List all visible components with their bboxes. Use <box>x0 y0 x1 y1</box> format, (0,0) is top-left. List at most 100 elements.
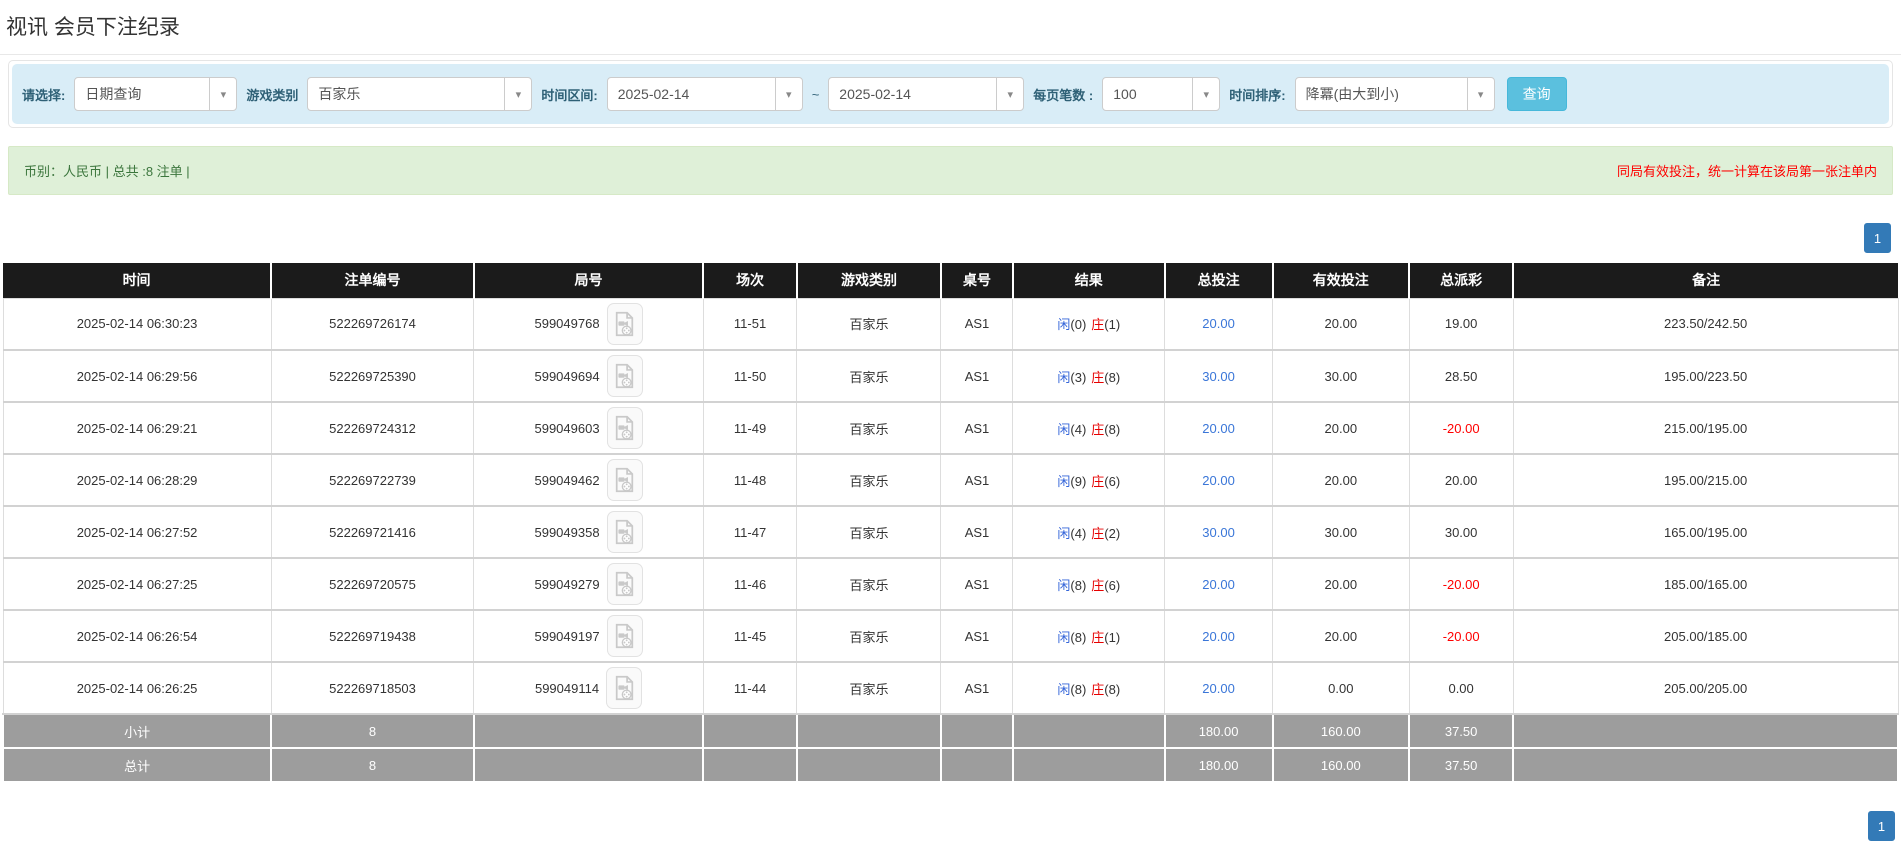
chevron-down-icon: ▾ <box>209 78 236 110</box>
query-type-value: 日期查询 <box>85 86 142 102</box>
video-replay-button[interactable] <box>606 511 643 553</box>
page-1-button[interactable]: 1 <box>1868 811 1895 841</box>
bet-id-cell: 522269721416 <box>270 505 475 559</box>
time-cell: 2025-02-14 06:27:25 <box>2 557 272 611</box>
video-replay-button[interactable] <box>606 302 643 345</box>
player-result-score: (8) <box>1070 577 1087 593</box>
total-bet-link[interactable]: 20.00 <box>1202 316 1235 331</box>
session-cell: 11-51 <box>702 297 798 351</box>
summary-label-cell: 总计 <box>1 747 273 783</box>
session-cell: 11-48 <box>702 453 798 507</box>
round-id-cell: 599049603 <box>473 401 704 455</box>
date-to-select[interactable]: 2025-02-14 ▾ <box>828 77 1025 111</box>
payout-cell: 30.00 <box>1408 505 1514 559</box>
total-bet-link[interactable]: 20.00 <box>1202 629 1235 644</box>
banker-result-score: (2) <box>1104 525 1121 541</box>
video-replay-button[interactable] <box>606 615 643 657</box>
total-bet-cell: 20.00 <box>1164 297 1274 351</box>
table-no-cell: AS1 <box>940 661 1014 715</box>
valid-bet-cell: 20.00 <box>1272 297 1410 351</box>
summary-row: 总计 8 180.00 160.00 37.50 <box>1 747 1899 783</box>
video-replay-button[interactable] <box>606 667 643 709</box>
bet-id-cell: 522269718503 <box>270 661 475 715</box>
valid-bet-cell: 20.00 <box>1272 453 1410 507</box>
chevron-down-icon: ▾ <box>504 78 531 110</box>
player-result-label: 闲 <box>1057 577 1071 593</box>
pagination-top: 1 <box>10 223 1891 253</box>
player-result-label: 闲 <box>1057 525 1071 541</box>
video-replay-button[interactable] <box>606 563 643 605</box>
banker-result-score: (8) <box>1104 681 1121 697</box>
summary-label-cell: 小计 <box>1 713 273 749</box>
player-result-label: 闲 <box>1057 629 1071 645</box>
banker-result-score: (8) <box>1104 369 1121 385</box>
summary-row: 小计 8 180.00 160.00 37.50 <box>1 713 1899 749</box>
table-row: 2025-02-14 06:26:25 522269718503 5990491… <box>2 661 1899 715</box>
result-cell: 闲(4) 庄(2) <box>1012 505 1166 559</box>
session-cell: 11-50 <box>702 349 798 403</box>
page-size-select[interactable]: 100 ▾ <box>1102 77 1221 111</box>
player-result-score: (4) <box>1070 525 1087 541</box>
banker-result-score: (6) <box>1104 577 1121 593</box>
summary-count-cell: 8 <box>270 713 475 749</box>
player-result-label: 闲 <box>1057 369 1071 385</box>
banker-result-score: (1) <box>1104 629 1121 645</box>
total-bet-cell: 20.00 <box>1164 453 1274 507</box>
table-row: 2025-02-14 06:27:25 522269720575 5990492… <box>2 557 1899 611</box>
total-bet-link[interactable]: 20.00 <box>1202 421 1235 436</box>
filter-panel: 请选择: 日期查询 ▾ 游戏类别 百家乐 ▾ 时间区间: 2025-02-14 … <box>8 60 1893 128</box>
time-cell: 2025-02-14 06:30:23 <box>2 297 272 351</box>
date-to-value: 2025-02-14 <box>839 86 911 102</box>
game-type-cell: 百家乐 <box>796 401 942 455</box>
column-header: 桌号 <box>940 263 1014 298</box>
column-header: 局号 <box>473 263 705 298</box>
banker-result-label: 庄 <box>1091 369 1105 385</box>
player-result-score: (4) <box>1070 421 1087 437</box>
total-bet-link[interactable]: 20.00 <box>1202 473 1235 488</box>
player-result-label: 闲 <box>1057 421 1071 437</box>
video-file-icon <box>614 311 635 337</box>
summary-payout-cell: 37.50 <box>1408 747 1515 783</box>
total-bet-link[interactable]: 20.00 <box>1202 681 1235 696</box>
time-cell: 2025-02-14 06:28:29 <box>2 453 272 507</box>
time-cell: 2025-02-14 06:29:56 <box>2 349 272 403</box>
session-cell: 11-46 <box>702 557 798 611</box>
game-type-label: 游戏类别 <box>246 87 299 103</box>
player-result-label: 闲 <box>1057 317 1071 333</box>
video-replay-button[interactable] <box>606 459 643 501</box>
summary-valid-bet-cell: 160.00 <box>1271 713 1411 749</box>
banker-result-label: 庄 <box>1091 577 1105 593</box>
search-button[interactable]: 查询 <box>1506 77 1567 111</box>
time-sort-select[interactable]: 降冪(由大到小) ▾ <box>1294 77 1495 111</box>
remark-cell: 195.00/215.00 <box>1512 453 1899 507</box>
valid-bet-cell: 30.00 <box>1272 349 1410 403</box>
result-cell: 闲(0) 庄(1) <box>1012 297 1166 351</box>
summary-total-bet-cell: 180.00 <box>1163 713 1274 749</box>
banker-result-label: 庄 <box>1091 629 1105 645</box>
total-bet-link[interactable]: 30.00 <box>1202 525 1235 540</box>
video-replay-button[interactable] <box>606 355 643 397</box>
query-type-select[interactable]: 日期查询 ▾ <box>74 77 238 111</box>
game-type-cell: 百家乐 <box>796 297 942 351</box>
round-id-value: 599049358 <box>534 524 600 540</box>
chevron-down-icon: ▾ <box>996 78 1023 110</box>
time-cell: 2025-02-14 06:29:21 <box>2 401 272 455</box>
total-bet-link[interactable]: 30.00 <box>1202 369 1235 384</box>
valid-bet-cell: 20.00 <box>1272 557 1410 611</box>
banker-result-label: 庄 <box>1091 421 1105 437</box>
total-bet-cell: 20.00 <box>1164 401 1274 455</box>
result-cell: 闲(9) 庄(6) <box>1012 453 1166 507</box>
payout-cell: 20.00 <box>1408 453 1514 507</box>
video-replay-button[interactable] <box>606 407 643 449</box>
time-sort-value: 降冪(由大到小) <box>1305 86 1399 102</box>
game-type-select[interactable]: 百家乐 ▾ <box>307 77 533 111</box>
payout-cell: -20.00 <box>1408 401 1514 455</box>
total-bet-link[interactable]: 20.00 <box>1202 577 1235 592</box>
date-range-label: 时间区间: <box>541 87 598 103</box>
video-file-icon <box>614 623 635 649</box>
bet-id-cell: 522269720575 <box>270 557 475 611</box>
summary-bar: 币别：人民币 | 总共 :8 注单 | 同局有效投注，统一计算在该局第一张注单内 <box>8 146 1893 195</box>
valid-bet-cell: 0.00 <box>1272 661 1410 715</box>
date-from-select[interactable]: 2025-02-14 ▾ <box>606 77 803 111</box>
page-1-button[interactable]: 1 <box>1864 223 1891 253</box>
